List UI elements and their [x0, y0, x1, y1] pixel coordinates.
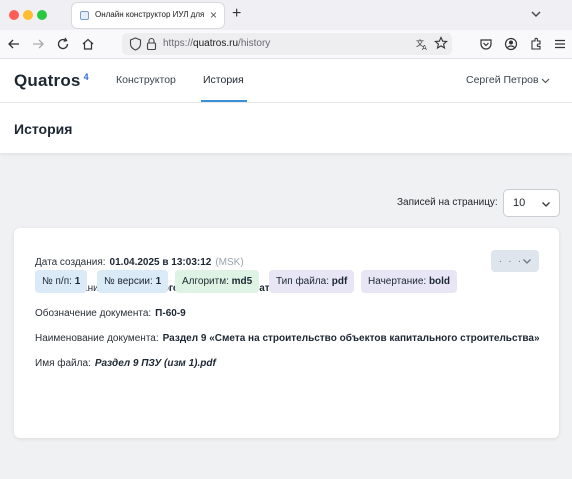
- nav-history[interactable]: История: [203, 74, 244, 86]
- doc-code-label: Обозначение документа:: [35, 308, 152, 319]
- badge-label: № версии:: [104, 276, 153, 287]
- new-tab-button[interactable]: +: [232, 4, 241, 24]
- menu-hamburger-icon[interactable]: [553, 37, 567, 51]
- close-window-button[interactable]: [9, 10, 19, 20]
- badge-value: 1: [74, 276, 81, 287]
- active-nav-indicator: [201, 100, 247, 102]
- created-value: 01.04.2025 в 13:03:12: [109, 257, 212, 268]
- badge-row-number: № п/п: 1: [35, 270, 88, 293]
- badge-label: Алгоритм:: [182, 276, 229, 287]
- browser-tab[interactable]: Онлайн конструктор ИУЛ для э ×: [72, 3, 224, 28]
- doc-code-row: Обозначение документа: П-60-9: [35, 308, 186, 319]
- file-label: Имя файла:: [35, 358, 91, 369]
- page-size-value: 10: [513, 197, 526, 209]
- chevron-down-icon: [542, 202, 550, 207]
- back-arrow-icon[interactable]: [7, 37, 21, 51]
- brand-logo[interactable]: Quatros 4: [14, 71, 89, 91]
- created-row: Дата создания: 01.04.2025 в 13:03:12 (MSK): [35, 257, 244, 268]
- created-timezone: (MSK): [215, 257, 244, 268]
- browser-tab-bar: Онлайн конструктор ИУЛ для э × +: [0, 0, 572, 30]
- badge-file-type: Тип файла: pdf: [269, 270, 355, 293]
- badge-label: Начертание:: [368, 276, 427, 287]
- chevron-down-icon[interactable]: [540, 75, 551, 86]
- page: Quatros 4 Конструктор История Сергей Петр…: [0, 59, 572, 479]
- user-menu[interactable]: Сергей Петров: [466, 74, 539, 86]
- badge-value: 1: [155, 276, 162, 287]
- file-name-value: Раздел 9 ПЗУ (изм 1).pdf: [94, 358, 216, 369]
- shield-icon[interactable]: [129, 37, 142, 51]
- account-icon[interactable]: [504, 37, 518, 51]
- badge-value: bold: [428, 276, 451, 287]
- bookmark-star-icon[interactable]: [434, 36, 448, 50]
- extensions-icon[interactable]: [529, 37, 543, 51]
- reload-icon[interactable]: [56, 37, 70, 51]
- doc-code-value: П-60-9: [155, 308, 186, 319]
- record-actions-button[interactable]: . . .: [491, 250, 539, 272]
- history-record-card: Дата создания: 01.04.2025 в 13:03:12 (MSK)…: [14, 228, 559, 438]
- url-path: /history: [238, 38, 271, 49]
- badge-font-style: Начертание: bold: [361, 270, 458, 293]
- doc-name-value: Раздел 9 «Смета на строительство объекто…: [162, 333, 540, 344]
- page-title: История: [14, 121, 73, 137]
- address-bar[interactable]: https://quatros.ru/history 文A: [122, 33, 452, 55]
- created-label: Дата создания:: [35, 257, 106, 268]
- brand-name: Quatros: [14, 71, 81, 90]
- pocket-icon[interactable]: [479, 37, 493, 51]
- doc-name-label: Наименование документа:: [35, 333, 159, 344]
- minimize-window-button[interactable]: [23, 10, 33, 20]
- nav-constructor[interactable]: Конструктор: [116, 74, 176, 86]
- tab-close-icon[interactable]: ×: [210, 7, 217, 23]
- favicon-icon: [80, 11, 89, 20]
- file-row: Имя файла: Раздел 9 ПЗУ (изм 1).pdf: [35, 358, 216, 369]
- badge-label: № п/п:: [42, 276, 72, 287]
- url-scheme: https://: [163, 38, 194, 49]
- browser-toolbar: https://quatros.ru/history 文A: [0, 30, 572, 59]
- tab-list-chevron-icon[interactable]: [529, 7, 543, 21]
- title-bar: История: [0, 103, 572, 153]
- forward-arrow-icon[interactable]: [31, 37, 45, 51]
- tab-title: Онлайн конструктор ИУЛ для э: [95, 10, 207, 19]
- url-host: quatros.ru: [193, 38, 239, 49]
- badge-label: Тип файла:: [276, 276, 329, 287]
- badge-version: № версии: 1: [97, 270, 169, 293]
- brand-version: 4: [83, 72, 89, 82]
- chevron-down-icon: [523, 259, 531, 264]
- page-size-label: Записей на страницу:: [397, 197, 498, 208]
- url-text[interactable]: https://quatros.ru/history: [163, 38, 270, 49]
- badge-value: md5: [231, 276, 253, 287]
- translate-icon[interactable]: 文A: [415, 37, 429, 51]
- lock-icon[interactable]: [146, 37, 157, 51]
- app-header: Quatros 4 Конструктор История Сергей Петр…: [0, 59, 572, 103]
- home-icon[interactable]: [81, 37, 95, 51]
- badge-algorithm: Алгоритм: md5: [175, 270, 260, 293]
- more-dots-icon: . . .: [499, 254, 523, 265]
- svg-text:A: A: [422, 44, 427, 51]
- badge-value: pdf: [331, 276, 348, 287]
- doc-name-row: Наименование документа: Раздел 9 «Смета н…: [35, 333, 540, 344]
- zoom-window-button[interactable]: [37, 10, 47, 20]
- page-size-select[interactable]: 10: [503, 189, 560, 217]
